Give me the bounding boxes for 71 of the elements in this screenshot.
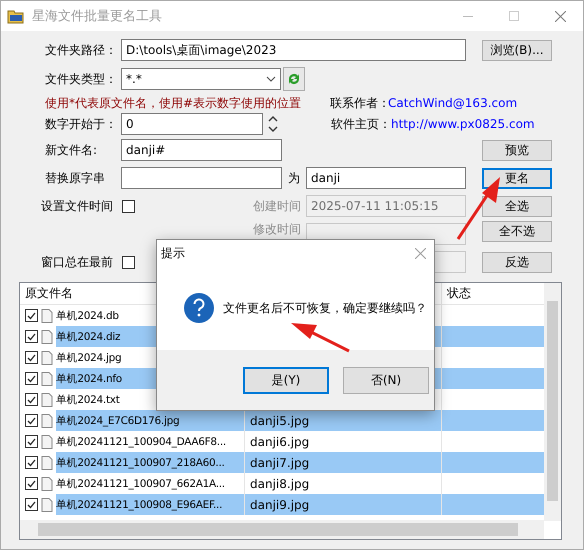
pointer-arrow: [291, 321, 351, 353]
field-label: 创建时间: [253, 198, 302, 214]
checkbox[interactable]: [25, 498, 38, 511]
dialog-button[interactable]: 是(Y): [243, 366, 329, 394]
file-icon: [41, 456, 53, 470]
file-name[interactable]: 单机20241121_100907_218A60...: [56, 452, 244, 473]
checkbox-label: 窗口总在最前: [40, 254, 114, 270]
field-label: 文件夹路径：: [44, 42, 118, 58]
checkbox[interactable]: [25, 414, 38, 427]
usage-hint: 使用*代表原文件名，使用#表示数字使用的位置: [45, 96, 302, 110]
field-label: 修改时间: [253, 221, 302, 238]
close-icon[interactable]: [554, 10, 566, 22]
field-label: 文件夹类型：: [44, 70, 118, 88]
checkbox[interactable]: [25, 351, 38, 364]
window-title: 星海文件批量更名工具: [32, 8, 163, 25]
file-icon: [41, 330, 53, 344]
action-button[interactable]: 全选: [482, 196, 552, 216]
new-name-field[interactable]: danji#: [121, 139, 282, 161]
file-icon: [41, 434, 53, 448]
dialog-title: 提示: [161, 244, 185, 262]
action-button[interactable]: 预览: [482, 140, 552, 160]
checkbox[interactable]: [25, 477, 38, 490]
checkbox[interactable]: [25, 456, 38, 469]
email-link[interactable]: CatchWind@163.com: [388, 96, 518, 110]
file-name[interactable]: 单机2024_E7C6D176.jpg: [56, 410, 244, 431]
vertical-scrollbar[interactable]: [544, 283, 561, 521]
file-name[interactable]: 单机20241121_100907_662A1A...: [56, 473, 244, 494]
folder-path-field[interactable]: D:\tools\桌面\image\2023: [121, 39, 466, 61]
checkbox[interactable]: [25, 309, 38, 322]
field-label: 为: [287, 170, 301, 186]
file-icon: [41, 476, 53, 490]
table-cell: danji5.jpg: [245, 410, 442, 431]
spinner-icon[interactable]: [268, 114, 278, 134]
checkbox[interactable]: [25, 330, 38, 343]
refresh-icon[interactable]: [283, 67, 305, 91]
file-icon: [41, 308, 53, 322]
homepage-label: 软件主页：: [331, 116, 391, 132]
file-name[interactable]: 单机20241121_100908_E96AEF...: [56, 494, 244, 515]
dialog-button[interactable]: 否(N): [343, 366, 429, 394]
browse-button[interactable]: 浏览(B)...: [482, 40, 552, 60]
field-label: 新文件名:: [44, 142, 98, 158]
action-button[interactable]: 反选: [482, 252, 552, 272]
field-label: 数字开始于：: [44, 116, 118, 132]
file-name[interactable]: 单机20241121_100904_DAA6F8...: [56, 431, 244, 452]
checkbox-label: 设置文件时间: [40, 198, 114, 214]
file-icon: [41, 372, 53, 386]
replace-with-field[interactable]: danji: [306, 167, 466, 189]
checkbox[interactable]: [122, 200, 135, 212]
file-type-dropdown[interactable]: *.*: [121, 68, 281, 90]
contact-label: 联系作者：: [330, 94, 388, 112]
file-icon: [41, 350, 53, 364]
table-cell: danji9.jpg: [245, 494, 442, 515]
table-cell: danji7.jpg: [245, 452, 442, 473]
close-icon[interactable]: [415, 248, 426, 258]
file-icon: [41, 392, 53, 406]
file-icon: [41, 498, 53, 512]
horizontal-scrollbar[interactable]: [20, 520, 544, 539]
question-icon: [184, 293, 214, 323]
checkbox[interactable]: [25, 393, 38, 406]
action-button[interactable]: 更名: [482, 168, 552, 188]
action-button[interactable]: 全不选: [482, 221, 552, 242]
folder-icon: [7, 8, 24, 24]
caret-icon[interactable]: [266, 76, 276, 82]
checkbox[interactable]: [25, 435, 38, 448]
homepage-link[interactable]: http://www.px0825.com: [391, 117, 535, 131]
checkbox[interactable]: [122, 256, 135, 268]
file-icon: [41, 414, 53, 428]
checkbox[interactable]: [25, 372, 38, 385]
start-number-field[interactable]: 0: [121, 113, 263, 135]
field-label: 替换原字串: [44, 170, 106, 186]
replace-field[interactable]: [121, 167, 282, 189]
